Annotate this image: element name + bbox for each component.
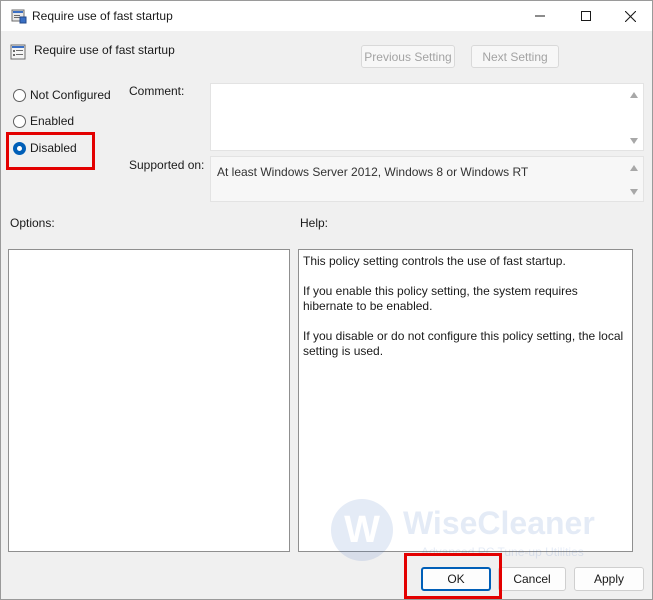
- radio-not-configured[interactable]: Not Configured: [13, 87, 111, 103]
- radio-label: Not Configured: [30, 88, 111, 102]
- supported-on-value: At least Windows Server 2012, Windows 8 …: [217, 165, 529, 179]
- supported-on-label: Supported on:: [129, 158, 205, 172]
- help-label: Help:: [300, 216, 329, 230]
- window-title: Require use of fast startup: [32, 9, 173, 23]
- options-panel: [8, 249, 290, 552]
- apply-button[interactable]: Apply: [574, 567, 644, 591]
- watermark-name: WiseCleaner: [403, 505, 595, 541]
- scroll-down-icon[interactable]: [630, 138, 638, 144]
- radio-circle: [13, 88, 26, 102]
- cancel-button[interactable]: Cancel: [498, 567, 566, 591]
- minimize-button[interactable]: [517, 1, 563, 31]
- policy-setting-icon: [10, 44, 26, 60]
- help-paragraph: This policy setting controls the use of …: [303, 254, 566, 268]
- scroll-up-icon[interactable]: [630, 92, 638, 98]
- setting-title: Require use of fast startup: [34, 43, 175, 57]
- wisecleaner-logo-icon: W: [331, 499, 393, 561]
- minimize-icon: [535, 15, 545, 17]
- comment-label: Comment:: [129, 84, 185, 98]
- ok-highlight-box: [404, 553, 502, 599]
- policy-dialog: Require use of fast startup Require use …: [0, 0, 653, 600]
- previous-setting-button[interactable]: Previous Setting: [361, 45, 455, 68]
- next-setting-button[interactable]: Next Setting: [471, 45, 559, 68]
- radio-enabled[interactable]: Enabled: [13, 113, 74, 129]
- close-button[interactable]: [607, 1, 653, 31]
- title-bar: Require use of fast startup: [1, 1, 652, 31]
- comment-textarea[interactable]: [210, 83, 644, 151]
- close-icon: [624, 10, 636, 22]
- supported-on-field: At least Windows Server 2012, Windows 8 …: [210, 156, 644, 202]
- scroll-down-icon[interactable]: [630, 189, 638, 195]
- help-paragraph: If you disable or do not configure this …: [303, 329, 624, 358]
- maximize-button[interactable]: [563, 1, 609, 31]
- scroll-up-icon[interactable]: [630, 165, 638, 171]
- help-paragraph: If you enable this policy setting, the s…: [303, 284, 578, 313]
- help-text: This policy setting controls the use of …: [303, 254, 628, 374]
- radio-circle: [13, 114, 26, 128]
- maximize-icon: [581, 11, 591, 21]
- radio-label: Enabled: [30, 114, 75, 128]
- policy-icon: [11, 9, 27, 24]
- options-label: Options:: [10, 216, 55, 230]
- disabled-highlight-box: [6, 132, 95, 170]
